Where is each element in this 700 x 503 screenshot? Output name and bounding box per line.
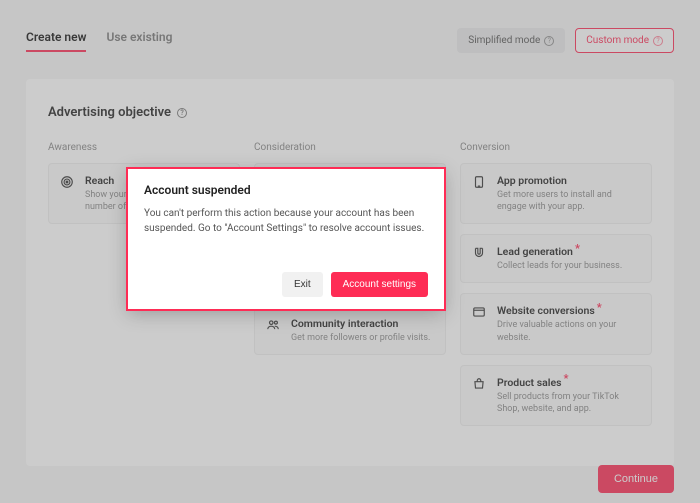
account-suspended-modal: Account suspended You can't perform this… (128, 169, 444, 309)
modal-highlight: Account suspended You can't perform this… (128, 169, 444, 309)
account-settings-button[interactable]: Account settings (331, 272, 428, 297)
exit-button[interactable]: Exit (282, 272, 323, 297)
modal-body: You can't perform this action because yo… (144, 207, 428, 264)
modal-title: Account suspended (144, 183, 428, 197)
modal-actions: Exit Account settings (144, 272, 428, 297)
